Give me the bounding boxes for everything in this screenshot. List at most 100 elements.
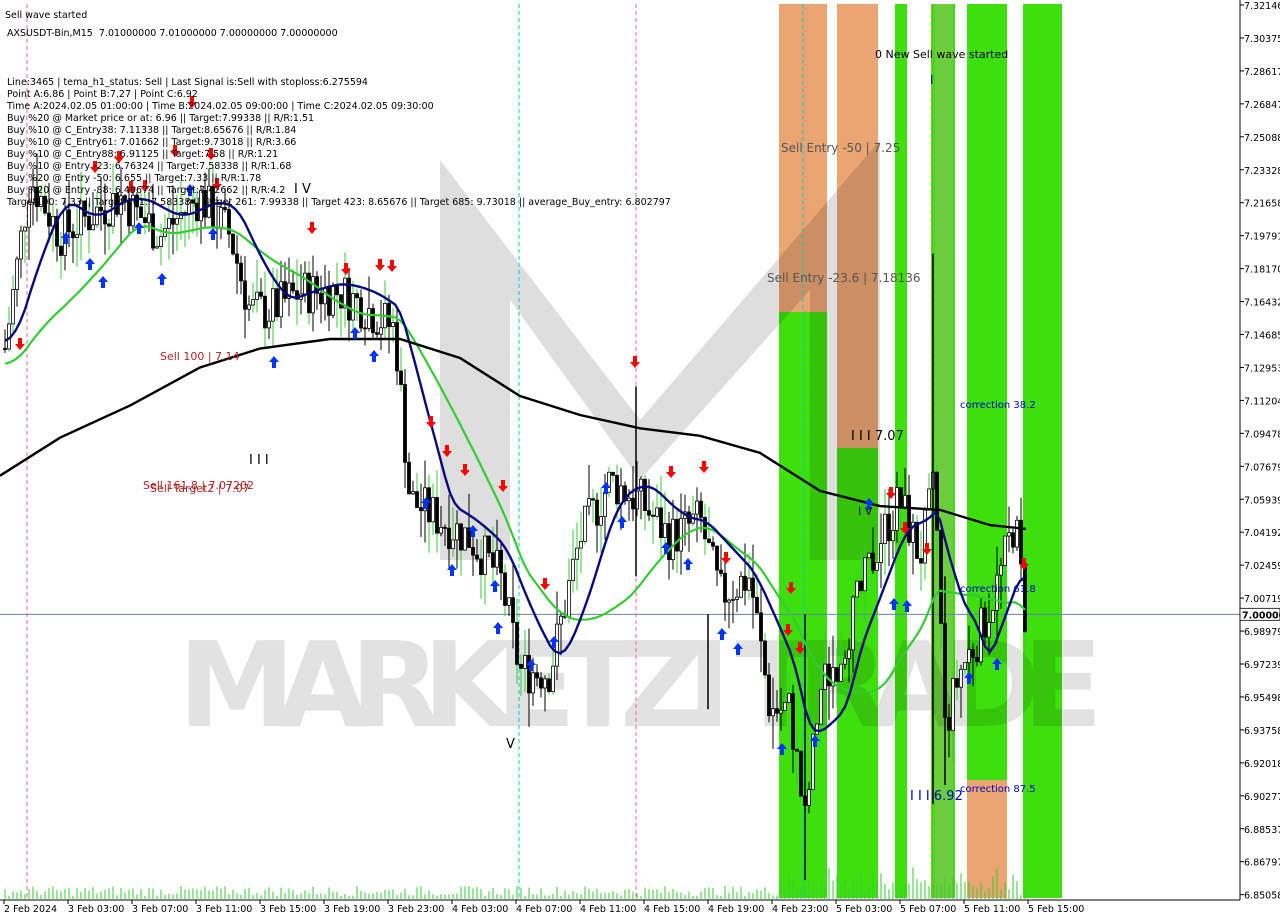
candle-body <box>11 289 15 325</box>
candle-body <box>935 471 939 531</box>
chart-annotation: V <box>506 737 515 752</box>
time-axis-label: 4 Feb 07:00 <box>516 904 572 915</box>
candle-body <box>627 497 631 502</box>
candle-body <box>1003 535 1007 566</box>
info-line: Buy %10 @ C_Entry38: 7.11338 || Target:8… <box>7 125 297 137</box>
candle-body <box>643 478 647 511</box>
candle-body <box>983 607 987 638</box>
candle-body <box>787 693 791 703</box>
candle-body <box>503 572 507 606</box>
candle-body <box>419 507 423 512</box>
candle-body <box>867 552 871 559</box>
candle-body <box>519 663 523 669</box>
candle-body <box>675 518 679 552</box>
candle-body <box>907 494 911 543</box>
candle-body <box>243 280 247 310</box>
candle-body <box>927 488 931 511</box>
time-axis-label: 3 Feb 07:00 <box>132 904 188 915</box>
candle-body <box>795 748 799 752</box>
candle-body <box>583 505 587 542</box>
candle-body <box>807 789 811 806</box>
price-axis-label: 7.25088 <box>1244 133 1280 144</box>
chart-annotation: Sell Entry -50 | 7.25 <box>781 141 900 155</box>
candle-body <box>303 272 307 295</box>
candle-body <box>475 554 479 560</box>
candle-body <box>407 461 411 495</box>
candle-body <box>799 750 803 797</box>
chart-annotation: I V <box>858 505 873 518</box>
price-axis-label: 7.18170 <box>1244 265 1280 276</box>
candle-body <box>487 535 491 554</box>
candle-body <box>71 231 75 238</box>
price-axis-label: 7.14685 <box>1244 331 1280 342</box>
candle-body <box>371 308 375 334</box>
time-axis-label: 5 Feb 07:00 <box>900 904 956 915</box>
candle-body <box>707 538 711 543</box>
candle-body <box>395 322 399 372</box>
symbol-line: AXSUSDT-Bin,M15 7.01000000 7.01000000 7.… <box>7 27 338 39</box>
chart-annotation: I I I <box>249 453 269 468</box>
candle-body <box>339 294 343 309</box>
time-axis-label: 5 Feb 11:00 <box>964 904 1020 915</box>
chart-window[interactable]: MARKETZI TRADE Sell 100 | 7.14 Sell 161.8 … <box>0 0 1280 920</box>
candle-body <box>283 281 287 299</box>
candle-body <box>659 507 663 539</box>
candle-body <box>747 577 751 591</box>
info-line: Target100: 7.33 || Target 161: 7.58338 |… <box>7 196 671 208</box>
candle-body <box>723 572 727 603</box>
candle-body <box>1015 519 1019 548</box>
candle-body <box>447 527 451 550</box>
candle-body <box>763 640 767 676</box>
price-axis-label: 6.97239 <box>1244 660 1280 671</box>
candle-body <box>759 612 763 642</box>
price-axis-label: 6.93758 <box>1244 726 1280 737</box>
candle-body <box>871 552 875 571</box>
time-axis-label: 3 Feb 19:00 <box>324 904 380 915</box>
candle-body <box>883 513 887 544</box>
candle-body <box>355 293 359 299</box>
candle-body <box>595 499 599 526</box>
time-axis-label: 5 Feb 03:00 <box>836 904 892 915</box>
candle-body <box>971 649 975 658</box>
price-axis-label: 7.32146 <box>1244 1 1280 12</box>
candle-body <box>379 327 383 335</box>
candle-body <box>231 233 235 255</box>
price-axis-label: 7.09478 <box>1244 429 1280 440</box>
time-axis-label: 3 Feb 03:00 <box>68 904 124 915</box>
candle-body <box>1019 519 1023 565</box>
candle-body <box>603 491 607 517</box>
candle-body <box>779 709 783 714</box>
candle-body <box>715 545 719 571</box>
candle-body <box>755 596 759 614</box>
time-axis-background <box>0 900 1280 920</box>
chart-annotation: correction 87.5 <box>960 784 1036 795</box>
watermark-text: MARKETZI TRADE <box>178 616 1103 754</box>
candle-body <box>19 230 23 260</box>
candle-body <box>895 487 899 531</box>
price-axis-label: 6.98979 <box>1244 627 1280 638</box>
candle-body <box>891 530 895 542</box>
candle-body <box>431 497 435 523</box>
current-price-label: 7.00000 <box>1242 610 1280 621</box>
candle-body <box>1011 532 1015 548</box>
candle-body <box>647 510 651 516</box>
candle-body <box>251 299 255 306</box>
candle-body <box>399 370 403 385</box>
candle-body <box>411 491 415 495</box>
time-axis-label: 4 Feb 19:00 <box>708 904 764 915</box>
time-axis-label: 2 Feb 2024 <box>4 904 57 915</box>
candle-body <box>815 723 819 735</box>
candle-body <box>531 672 535 694</box>
candle-body <box>947 716 951 731</box>
chart-annotation: Sell 100 | 7.14 <box>160 350 240 363</box>
candle-body <box>483 535 487 576</box>
candle-body <box>247 304 251 310</box>
info-line: Buy %10 @ C_Entry61: 7.01662 || Target:9… <box>7 136 297 148</box>
candle-body <box>15 258 19 290</box>
candle-body <box>511 597 515 623</box>
candle-body <box>3 348 7 350</box>
candle-body <box>435 497 439 534</box>
candle-body <box>663 523 667 539</box>
info-line: Buy %10 @ Entry -23: 6.76324 || Target:7… <box>7 160 292 172</box>
time-axis-label: 4 Feb 11:00 <box>580 904 636 915</box>
